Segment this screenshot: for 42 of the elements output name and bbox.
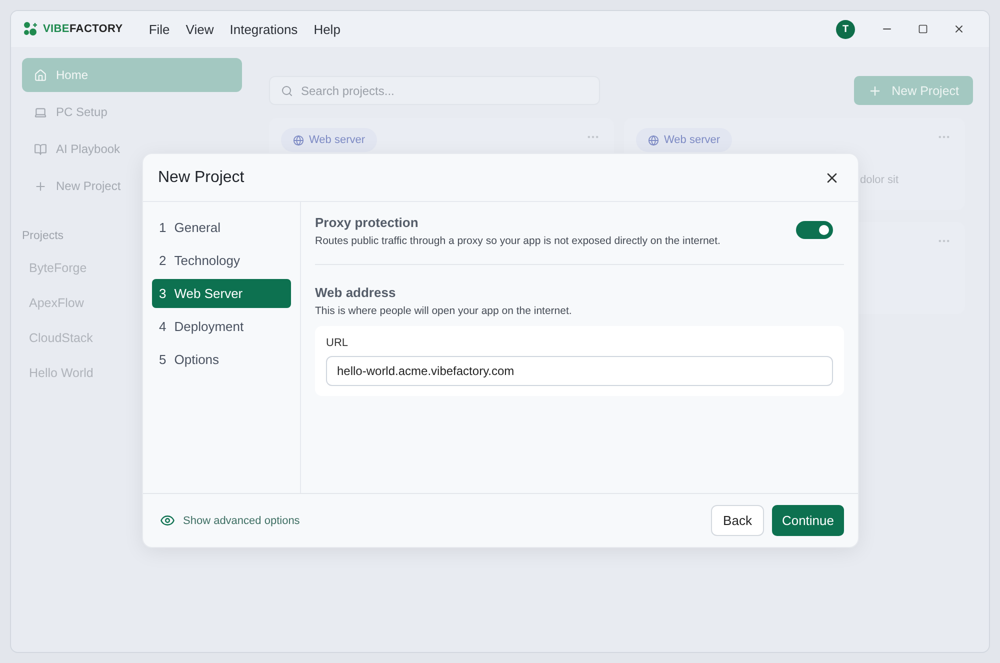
search-icon <box>281 84 293 96</box>
setting-description: This is where people will open your app on the internet. <box>315 305 573 317</box>
sidebar-item-label: New Project <box>56 179 121 193</box>
step-item[interactable]: 5 Options <box>152 345 291 374</box>
menu-item[interactable]: View <box>186 22 214 36</box>
step-item[interactable]: 4 Deployment <box>152 312 291 341</box>
eye-icon <box>160 513 175 528</box>
menu-item[interactable]: Help <box>314 22 340 36</box>
globe-icon <box>293 134 304 146</box>
setting-description: Routes public traffic through a proxy so your app is not exposed directly on the internet. <box>315 235 720 247</box>
search-placeholder: Search projects... <box>301 84 394 98</box>
step-item[interactable]: 3 Web Server <box>152 279 291 308</box>
back-button[interactable]: Back <box>711 505 764 536</box>
setting-title: Proxy protection <box>315 215 420 230</box>
url-field[interactable]: hello-world.acme.vibefactory.com <box>326 356 833 386</box>
step-item[interactable]: 1 General <box>152 213 291 242</box>
plus-icon <box>34 180 47 192</box>
field-label: URL <box>326 337 350 349</box>
home-icon <box>34 68 47 82</box>
sidebar-item-label: Home <box>56 68 88 82</box>
tag: Web server <box>281 128 378 152</box>
logo-text: VIBEFACTORY <box>43 23 123 35</box>
laptop-icon <box>34 106 47 118</box>
sidebar-item-label: PC Setup <box>56 105 108 119</box>
dialog-title: New Project <box>158 168 244 186</box>
book-icon <box>34 142 47 156</box>
globe-icon <box>648 134 659 146</box>
user-avatar[interactable]: T <box>836 20 855 38</box>
sidebar-item-label: AI Playbook <box>56 142 120 156</box>
section-heading: Projects <box>22 230 65 242</box>
continue-button[interactable]: Continue <box>772 505 844 536</box>
close-icon[interactable] <box>953 23 965 35</box>
logo-icon <box>23 22 39 36</box>
setting-title: Web address <box>315 285 397 300</box>
menu-item[interactable]: Integrations <box>230 22 298 36</box>
plus-icon <box>868 84 882 98</box>
tag: Web server <box>636 128 732 152</box>
maximize-icon[interactable] <box>918 24 928 34</box>
proxy-toggle[interactable] <box>796 221 833 239</box>
step-item[interactable]: 2 Technology <box>152 246 291 275</box>
menu-item[interactable]: File <box>148 22 170 36</box>
advanced-options-link[interactable]: Show advanced options <box>160 513 300 528</box>
